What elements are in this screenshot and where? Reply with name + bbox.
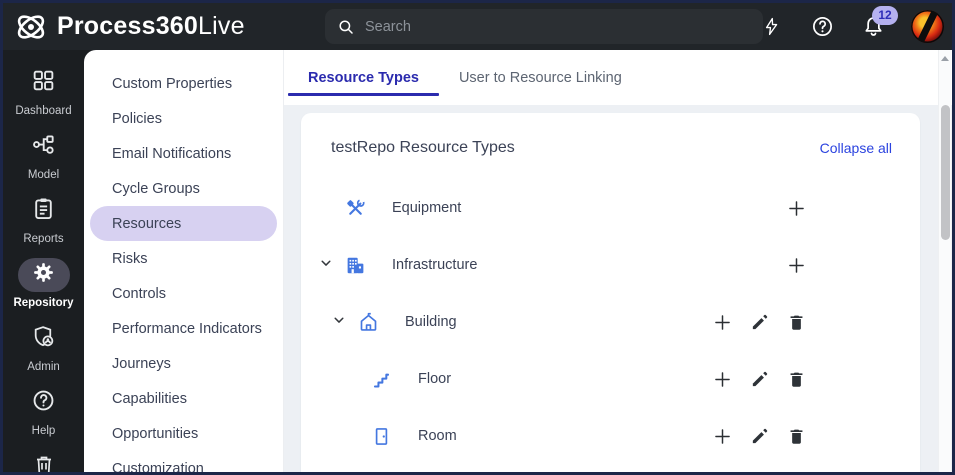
- main-area: Dashboard Model Reports Repository Admin Help…: [3, 50, 952, 472]
- sidebar-item-risks[interactable]: Risks: [90, 241, 277, 276]
- vertical-scrollbar: [938, 50, 951, 472]
- help-circle-icon: [31, 388, 56, 418]
- rail-item-help[interactable]: Help: [8, 386, 80, 437]
- tree-row-room[interactable]: Room: [301, 416, 920, 456]
- collapse-all-link[interactable]: Collapse all: [820, 140, 892, 156]
- card-header: testRepo Resource Types Collapse all: [301, 113, 920, 157]
- sidebar-item-custom-properties[interactable]: Custom Properties: [90, 66, 277, 101]
- sidebar-item-performance-indicators[interactable]: Performance Indicators: [90, 311, 277, 346]
- model-network-icon: [31, 132, 56, 162]
- trash-icon: [32, 453, 56, 472]
- sidebar-item-customization[interactable]: Customization: [90, 451, 277, 473]
- primary-nav-rail: Dashboard Model Reports Repository Admin Help: [3, 50, 84, 472]
- help-circle-icon[interactable]: [809, 14, 835, 40]
- rail-item-admin[interactable]: Admin: [8, 322, 80, 373]
- add-resource-type-button[interactable]: [784, 196, 808, 220]
- building-home-icon: [358, 312, 379, 333]
- rail-item-trash[interactable]: [8, 450, 80, 472]
- delete-resource-type-button[interactable]: [784, 310, 808, 334]
- rail-item-label: Admin: [27, 361, 60, 373]
- add-resource-type-button[interactable]: [710, 367, 734, 391]
- tree-node-label: Room: [418, 428, 457, 444]
- add-resource-type-button[interactable]: [710, 424, 734, 448]
- rail-item-label: Reports: [23, 233, 64, 245]
- rail-item-label: Help: [31, 425, 56, 437]
- topbar-actions: 12: [758, 3, 944, 50]
- page-title: testRepo Resource Types: [331, 139, 515, 156]
- rail-item-label: Dashboard: [15, 105, 72, 117]
- sidebar-item-capabilities[interactable]: Capabilities: [90, 381, 277, 416]
- app-logo-atom-icon: [17, 14, 45, 39]
- tree-node-label: Floor: [418, 371, 452, 387]
- admin-shield-user-icon: [31, 324, 56, 354]
- sidebar-item-opportunities[interactable]: Opportunities: [90, 416, 277, 451]
- repository-sidebar: Custom Properties Policies Email Notificat…: [84, 50, 284, 472]
- notifications-bell-icon[interactable]: 12: [860, 5, 898, 40]
- app-window: Process360Live Search 12 Dashboard Model…: [0, 0, 955, 475]
- tree-node-label: Building: [405, 314, 457, 330]
- sidebar-item-cycle-groups[interactable]: Cycle Groups: [90, 171, 277, 206]
- tree-row-floor[interactable]: Floor: [301, 359, 920, 399]
- tree-row-infrastructure[interactable]: Infrastructure: [301, 245, 920, 285]
- tree-row-building[interactable]: Building: [301, 302, 920, 342]
- app-title: Process360Live: [57, 12, 245, 40]
- search-icon: [339, 19, 353, 34]
- room-door-icon: [371, 426, 392, 447]
- tree-node-label: Equipment: [392, 200, 462, 216]
- search-input[interactable]: [365, 18, 751, 35]
- content-area: Resource Types User to Resource Linking t…: [284, 50, 952, 472]
- quick-actions-bolt-icon[interactable]: [758, 14, 784, 40]
- rail-item-reports[interactable]: Reports: [8, 194, 80, 245]
- repository-gear-icon: [32, 261, 55, 289]
- rail-item-label: Repository: [13, 297, 74, 309]
- tree-row-equipment[interactable]: Equipment: [301, 188, 920, 228]
- dashboard-grid-icon: [31, 68, 56, 98]
- reports-clipboard-icon: [31, 196, 56, 226]
- chevron-down-icon[interactable]: [319, 256, 333, 275]
- delete-resource-type-button[interactable]: [784, 367, 808, 391]
- sidebar-item-controls[interactable]: Controls: [90, 276, 277, 311]
- top-bar: Process360Live Search 12: [3, 3, 952, 50]
- resource-type-tree: Equipment Infrastructure Building Floor Room: [301, 157, 920, 456]
- floor-stairs-icon: [371, 369, 392, 390]
- tab-user-to-resource-linking[interactable]: User to Resource Linking: [439, 50, 642, 105]
- global-search: [325, 9, 763, 44]
- tab-bar: Resource Types User to Resource Linking: [284, 50, 952, 105]
- sidebar-item-journeys[interactable]: Journeys: [90, 346, 277, 381]
- sidebar-item-email-notifications[interactable]: Email Notifications: [90, 136, 277, 171]
- scrollbar-thumb[interactable]: [941, 105, 950, 240]
- add-resource-type-button[interactable]: [784, 253, 808, 277]
- equipment-tools-icon: [345, 198, 366, 219]
- chevron-down-icon[interactable]: [332, 313, 346, 332]
- delete-resource-type-button[interactable]: [784, 424, 808, 448]
- sidebar-item-resources[interactable]: Resources: [90, 206, 277, 241]
- tree-node-label: Infrastructure: [392, 257, 478, 273]
- infrastructure-building-icon: [345, 255, 366, 276]
- add-resource-type-button[interactable]: [710, 310, 734, 334]
- edit-resource-type-button[interactable]: [747, 367, 771, 391]
- tab-resource-types[interactable]: Resource Types: [288, 50, 439, 105]
- rail-item-repository[interactable]: Repository: [8, 258, 80, 309]
- content-body: testRepo Resource Types Collapse all Equ…: [284, 105, 952, 472]
- sidebar-item-policies[interactable]: Policies: [90, 101, 277, 136]
- brand: Process360Live: [3, 9, 245, 45]
- resource-types-card: testRepo Resource Types Collapse all Equ…: [301, 113, 920, 472]
- rail-item-label: Model: [27, 169, 60, 181]
- notification-count-badge: 12: [872, 5, 898, 25]
- edit-resource-type-button[interactable]: [747, 424, 771, 448]
- edit-resource-type-button[interactable]: [747, 310, 771, 334]
- user-avatar[interactable]: [911, 10, 944, 43]
- rail-item-dashboard[interactable]: Dashboard: [8, 66, 80, 117]
- scrollbar-up-arrow[interactable]: [939, 53, 951, 63]
- rail-item-model[interactable]: Model: [8, 130, 80, 181]
